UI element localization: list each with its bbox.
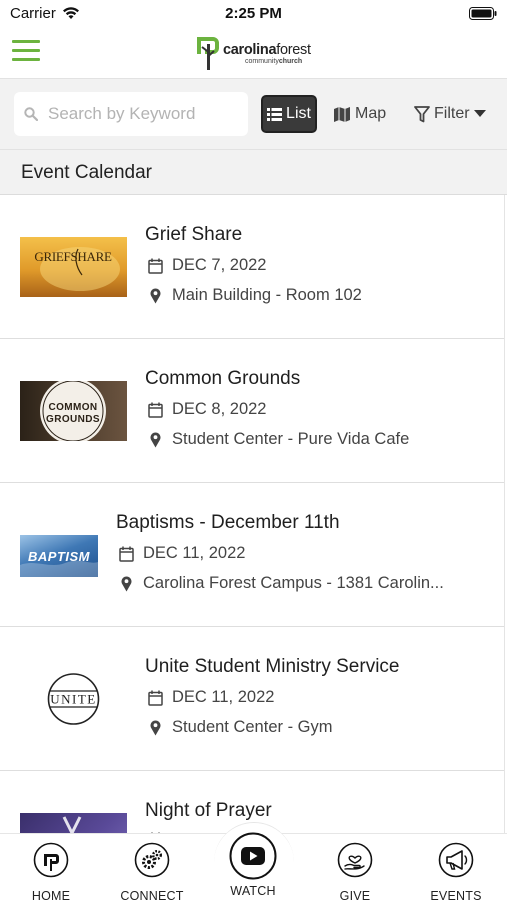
map-pin-icon: [150, 287, 160, 303]
tab-give[interactable]: GIVE: [310, 842, 400, 900]
list-view-button[interactable]: List: [261, 95, 317, 133]
logo-wordmark: carolinaforest: [223, 42, 311, 58]
event-location: Student Center - Pure Vida Cafe: [147, 430, 409, 449]
event-location: Carolina Forest Campus - 1381 Carolin...: [118, 574, 444, 593]
search-input[interactable]: [48, 92, 244, 136]
map-view-button[interactable]: Map: [334, 95, 386, 133]
svg-text:GRIEFSHARE: GRIEFSHARE: [34, 249, 112, 264]
gears-icon: [134, 842, 170, 878]
caret-down-icon: [473, 110, 486, 117]
tree-logo-icon: [197, 37, 219, 70]
event-item[interactable]: UNITE Unite Student Ministry Service DEC…: [0, 627, 504, 771]
bottom-tab-bar: HOME CONNECT WATCH GIVE EVENTS: [0, 822, 507, 900]
event-item[interactable]: COMMON GROUNDS Common Grounds DEC 8, 202…: [0, 339, 504, 483]
map-icon: [334, 106, 350, 122]
svg-text:UNITE: UNITE: [50, 692, 97, 707]
map-pin-icon: [150, 431, 160, 447]
event-title: Grief Share: [145, 224, 243, 245]
list-label: List: [286, 105, 311, 122]
event-date: DEC 7, 2022: [147, 256, 266, 275]
event-date-text: DEC 11, 2022: [172, 688, 275, 706]
app-header: carolinaforest communitychurch: [0, 28, 507, 78]
tab-label: GIVE: [339, 889, 371, 900]
map-pin-icon: [150, 719, 160, 735]
event-date: DEC 11, 2022: [147, 688, 274, 707]
event-date: DEC 8, 2022: [147, 400, 266, 419]
event-thumbnail: BAPTISM: [20, 535, 98, 577]
event-date-text: DEC 7, 2022: [172, 256, 267, 274]
tab-watch[interactable]: WATCH: [208, 832, 298, 898]
event-list[interactable]: GRIEFSHARE Grief Share DEC 7, 2022 Main …: [0, 195, 505, 833]
event-title: Common Grounds: [145, 368, 301, 389]
megaphone-icon: [438, 842, 474, 878]
clock-time: 2:25 PM: [225, 5, 282, 22]
event-location-text: Student Center - Pure Vida Cafe: [172, 430, 410, 448]
event-title: Unite Student Ministry Service: [145, 656, 400, 677]
calendar-icon: [147, 402, 163, 418]
church-logo: carolinaforest communitychurch: [193, 34, 323, 70]
map-label: Map: [355, 105, 387, 122]
night-of-prayer-logo-icon: [62, 816, 82, 833]
svg-text:GROUNDS: GROUNDS: [46, 414, 100, 425]
baptism-logo-icon: BAPTISM: [20, 549, 98, 577]
home-icon: [33, 842, 69, 878]
map-pin-icon: [121, 575, 131, 591]
hand-heart-icon: [337, 842, 373, 878]
event-thumbnail: [20, 813, 127, 833]
status-bar: Carrier 2:25 PM: [0, 0, 507, 28]
calendar-icon: [147, 258, 163, 274]
event-location-text: Main Building - Room 102: [172, 286, 362, 304]
tab-label: HOME: [31, 889, 71, 900]
list-icon: [267, 107, 283, 121]
event-title: Baptisms - December 11th: [116, 512, 340, 533]
tab-connect[interactable]: CONNECT: [107, 842, 197, 900]
event-thumbnail: GRIEFSHARE: [20, 237, 127, 297]
event-location: Main Building - Room 102: [147, 286, 362, 305]
event-location-text: Student Center - Gym: [172, 718, 333, 736]
search-toolbar: List Map Filter: [0, 78, 507, 150]
tab-home[interactable]: HOME: [6, 842, 96, 900]
event-date-text: DEC 8, 2022: [172, 400, 267, 418]
filter-label: Filter: [434, 105, 470, 122]
event-date: DEC 11, 2022: [118, 544, 245, 563]
calendar-icon: [118, 546, 134, 562]
calendar-icon: [147, 690, 163, 706]
section-title: Event Calendar: [21, 162, 152, 183]
svg-text:BAPTISM: BAPTISM: [28, 549, 91, 564]
tab-label: CONNECT: [120, 889, 184, 900]
youtube-icon: [229, 832, 277, 880]
event-thumbnail: UNITE: [20, 669, 127, 729]
griefshare-logo-icon: GRIEFSHARE: [34, 247, 120, 291]
tab-label: WATCH: [230, 884, 276, 898]
battery-icon: [469, 7, 497, 20]
event-location-text: Carolina Forest Campus - 1381 Carolin...: [143, 574, 444, 592]
event-date-text: DEC 11, 2022: [143, 544, 246, 562]
search-icon: [24, 107, 38, 121]
section-header: Event Calendar: [0, 150, 507, 195]
event-thumbnail: COMMON GROUNDS: [20, 381, 127, 441]
svg-text:COMMON: COMMON: [48, 402, 97, 413]
unite-logo-icon: UNITE: [47, 673, 100, 725]
tab-events[interactable]: EVENTS: [411, 842, 501, 900]
menu-icon[interactable]: [12, 40, 40, 62]
filter-button[interactable]: Filter: [414, 95, 486, 133]
event-item[interactable]: BAPTISM Baptisms - December 11th DEC 11,…: [0, 483, 504, 627]
filter-icon: [414, 105, 430, 122]
logo-subtitle: communitychurch: [245, 58, 303, 65]
common-grounds-logo-icon: COMMON GROUNDS: [40, 381, 106, 441]
event-item[interactable]: GRIEFSHARE Grief Share DEC 7, 2022 Main …: [0, 195, 504, 339]
search-box[interactable]: [14, 92, 248, 136]
event-title: Night of Prayer: [145, 800, 272, 821]
event-location: Student Center - Gym: [147, 718, 332, 737]
tab-label: EVENTS: [430, 889, 482, 900]
